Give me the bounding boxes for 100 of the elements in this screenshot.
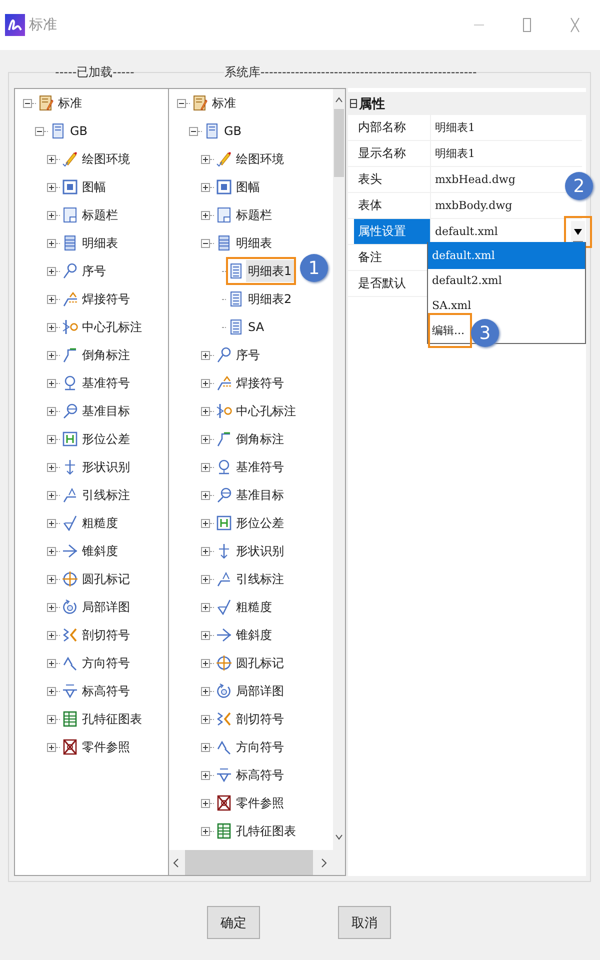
property-label[interactable]: 属性设置 [354, 219, 431, 244]
tree-item[interactable]: 剖切符号 [234, 708, 286, 730]
scroll-right-icon[interactable] [321, 858, 327, 868]
scroll-thumb[interactable] [334, 109, 344, 177]
tree-item[interactable]: 标准 [210, 92, 238, 114]
toggle-icon[interactable] [47, 322, 56, 332]
tree-item[interactable]: 明细表 [234, 232, 274, 254]
tree-item[interactable]: 引线标注 [80, 484, 132, 506]
dialog-button[interactable]: 确定 [207, 906, 260, 939]
toggle-icon[interactable] [201, 182, 210, 192]
property-label[interactable]: 表体 [354, 193, 431, 218]
toggle-icon[interactable] [201, 378, 210, 388]
close-button[interactable] [568, 17, 582, 33]
toggle-icon[interactable] [201, 462, 210, 472]
tree-item[interactable]: 局部详图 [234, 680, 286, 702]
tree-item[interactable]: SA [246, 316, 266, 338]
toggle-icon[interactable] [47, 574, 56, 584]
toggle-icon[interactable] [201, 714, 210, 724]
toggle-icon[interactable] [201, 434, 210, 444]
toggle-icon[interactable] [47, 462, 56, 472]
toggle-icon[interactable] [47, 154, 56, 164]
dropdown-option[interactable]: default2.xml [428, 267, 506, 294]
tree-item[interactable]: 明细表 [80, 232, 120, 254]
tree-item[interactable]: 方向符号 [234, 736, 286, 758]
toggle-icon[interactable] [201, 546, 210, 556]
toggle-icon[interactable] [201, 238, 210, 248]
tree-item[interactable]: 局部详图 [80, 596, 132, 618]
toggle-icon[interactable] [201, 742, 210, 752]
tree-item[interactable]: 零件参照 [80, 736, 132, 758]
tree-item[interactable]: 方向符号 [80, 652, 132, 674]
property-value[interactable]: mxbBody.dwg [435, 199, 512, 212]
property-value[interactable]: default.xml [435, 225, 498, 238]
vertical-scrollbar[interactable] [333, 89, 345, 850]
tree-item[interactable]: 标题栏 [234, 204, 274, 226]
property-value[interactable]: mxbHead.dwg [435, 173, 516, 186]
scroll-down-icon[interactable] [335, 834, 343, 840]
tree-item[interactable]: 孔特征图表 [80, 708, 144, 730]
toggle-icon[interactable] [201, 518, 210, 528]
tree-item[interactable]: GB [68, 120, 90, 142]
tree-item[interactable]: 明细表1 [246, 260, 294, 282]
tree-item[interactable]: 中心孔标注 [234, 400, 298, 422]
tree-item[interactable]: 孔特征图表 [234, 820, 298, 842]
tree-item[interactable]: 基准符号 [234, 456, 286, 478]
tree-item[interactable]: 形状识别 [80, 456, 132, 478]
toggle-icon[interactable] [177, 98, 186, 108]
toggle-icon[interactable] [201, 658, 210, 668]
toggle-icon[interactable] [47, 210, 56, 220]
toggle-icon[interactable] [47, 238, 56, 248]
toggle-icon[interactable] [47, 630, 56, 640]
tree-item[interactable]: 形位公差 [80, 428, 132, 450]
toggle-icon[interactable] [47, 378, 56, 388]
toggle-icon[interactable] [47, 602, 56, 612]
tree-item[interactable]: 焊接符号 [234, 372, 286, 394]
tree-item[interactable]: 引线标注 [234, 568, 286, 590]
scroll-up-icon[interactable] [335, 97, 343, 103]
tree-item[interactable]: 标高符号 [80, 680, 132, 702]
toggle-icon[interactable] [201, 154, 210, 164]
tree-item[interactable]: 序号 [234, 344, 262, 366]
toggle-icon[interactable] [47, 294, 56, 304]
toggle-icon[interactable] [47, 490, 56, 500]
toggle-icon[interactable] [47, 266, 56, 276]
toggle-icon[interactable] [201, 798, 210, 808]
toggle-icon[interactable] [47, 182, 56, 192]
toggle-icon[interactable] [201, 686, 210, 696]
toggle-icon[interactable] [201, 406, 210, 416]
toggle-icon[interactable] [201, 630, 210, 640]
tree-item[interactable]: 基准目标 [234, 484, 286, 506]
dropdown-button[interactable] [571, 220, 585, 242]
property-value[interactable]: 明细表1 [435, 120, 475, 135]
collapse-icon[interactable] [350, 99, 357, 108]
toggle-icon[interactable] [47, 546, 56, 556]
tree-item[interactable]: 明细表2 [246, 288, 294, 310]
tree-item[interactable]: 序号 [80, 260, 108, 282]
tree-item[interactable]: 形位公差 [234, 512, 286, 534]
tree-item[interactable]: GB [222, 120, 244, 142]
tree-item[interactable]: 粗糙度 [234, 596, 274, 618]
tree-item[interactable]: 图幅 [234, 176, 262, 198]
toggle-icon[interactable] [189, 126, 198, 136]
toggle-icon[interactable] [201, 210, 210, 220]
toggle-icon[interactable] [47, 434, 56, 444]
toggle-icon[interactable] [201, 770, 210, 780]
toggle-icon[interactable] [201, 826, 210, 836]
property-label[interactable]: 显示名称 [354, 141, 431, 166]
tree-item[interactable]: 零件参照 [234, 792, 286, 814]
tree-item[interactable]: 锥斜度 [234, 624, 274, 646]
scroll-left-icon[interactable] [173, 858, 179, 868]
toggle-icon[interactable] [23, 98, 32, 108]
property-value[interactable]: 明细表1 [435, 146, 475, 161]
property-label[interactable]: 内部名称 [354, 115, 431, 140]
tree-item[interactable]: 形状识别 [234, 540, 286, 562]
dialog-button[interactable]: 取消 [338, 906, 391, 939]
scroll-thumb[interactable] [185, 850, 313, 875]
tree-item[interactable]: 绘图环境 [80, 148, 132, 170]
toggle-icon[interactable] [47, 686, 56, 696]
horizontal-scrollbar[interactable] [169, 850, 333, 875]
toggle-icon[interactable] [47, 714, 56, 724]
tree-item[interactable]: 倒角标注 [234, 428, 286, 450]
tree-item[interactable]: 焊接符号 [80, 288, 132, 310]
toggle-icon[interactable] [47, 406, 56, 416]
toggle-icon[interactable] [47, 658, 56, 668]
